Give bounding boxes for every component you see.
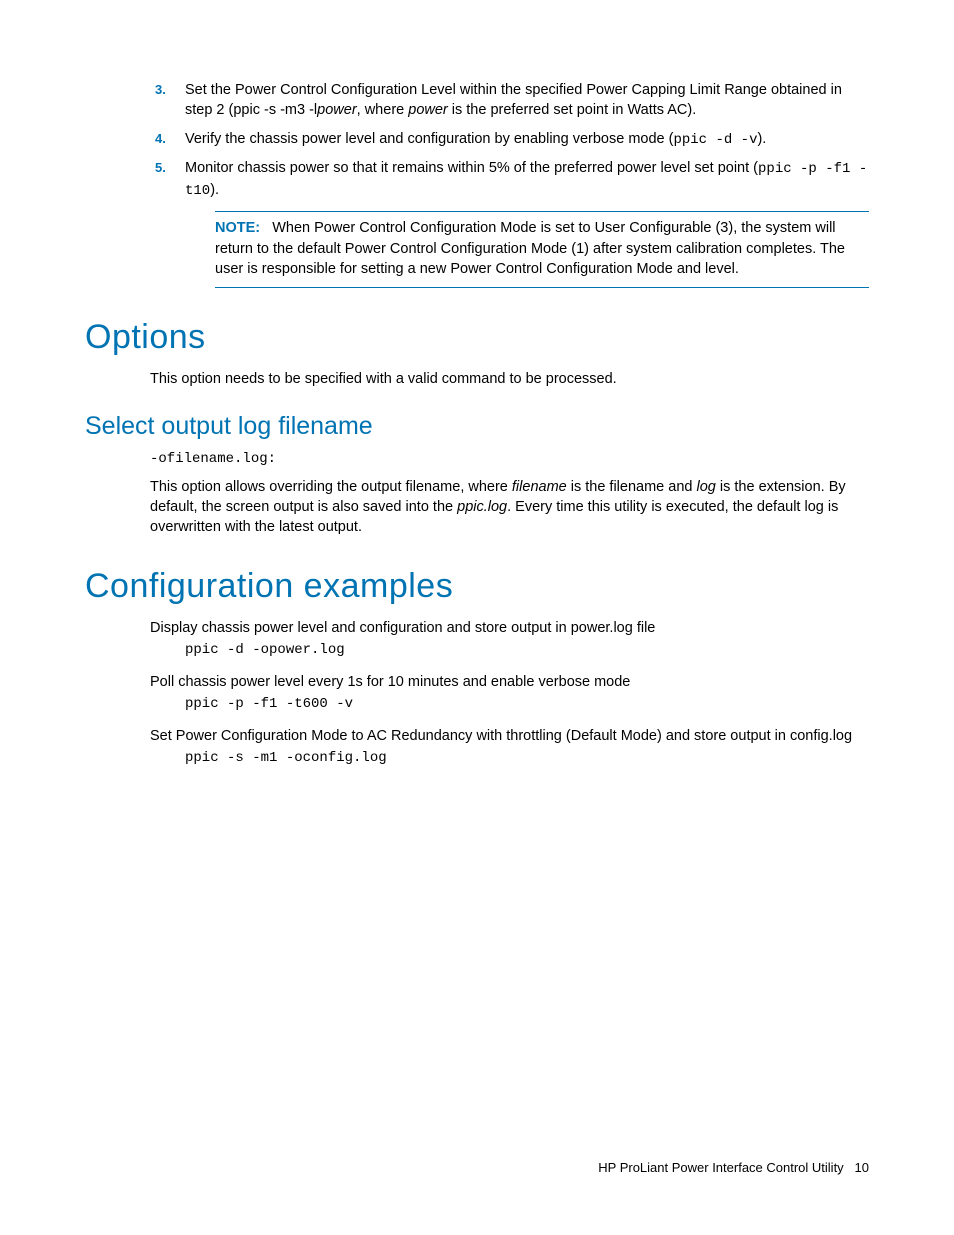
text: is the filename and: [567, 479, 697, 495]
example-code: ppic -s -m1 -oconfig.log: [185, 749, 869, 769]
list-number: 3.: [155, 80, 185, 99]
text: ).: [210, 182, 219, 198]
text: ).: [757, 131, 766, 147]
heading-configuration-examples: Configuration examples: [85, 567, 869, 606]
example-block: Set Power Configuration Mode to AC Redun…: [150, 726, 869, 768]
list-body: Monitor chassis power so that it remains…: [185, 158, 869, 201]
text: This option allows overriding the output…: [150, 479, 512, 495]
example-code: ppic -d -opower.log: [185, 641, 869, 661]
example-description: Display chassis power level and configur…: [150, 618, 869, 638]
list-item: 3. Set the Power Control Configuration L…: [155, 80, 869, 121]
note-text: When Power Control Configuration Mode is…: [215, 220, 845, 277]
italic-text: power: [317, 102, 357, 118]
italic-text: power: [408, 102, 448, 118]
note-label: NOTE:: [215, 220, 260, 236]
list-number: 5.: [155, 158, 185, 177]
example-block: Poll chassis power level every 1s for 10…: [150, 672, 869, 714]
footer-title: HP ProLiant Power Interface Control Util…: [598, 1160, 843, 1175]
example-code: ppic -p -f1 -t600 -v: [185, 695, 869, 715]
text: , where: [357, 102, 409, 118]
italic-text: filename: [512, 479, 567, 495]
italic-text: ppic.log: [457, 499, 507, 515]
document-page: 3. Set the Power Control Configuration L…: [0, 0, 954, 768]
page-footer: HP ProLiant Power Interface Control Util…: [598, 1160, 869, 1175]
paragraph: This option needs to be specified with a…: [150, 369, 869, 389]
heading-select-output-log: Select output log filename: [85, 412, 869, 441]
text: is the preferred set point in Watts AC).: [448, 102, 696, 118]
heading-options: Options: [85, 318, 869, 357]
code-text: ppic -d -v: [673, 132, 757, 148]
list-body: Set the Power Control Configuration Leve…: [185, 80, 869, 121]
code-line: -ofilename.log:: [150, 451, 869, 467]
list-number: 4.: [155, 129, 185, 148]
list-item: 5. Monitor chassis power so that it rema…: [155, 158, 869, 201]
example-description: Poll chassis power level every 1s for 10…: [150, 672, 869, 692]
note-box: NOTE: When Power Control Configuration M…: [215, 211, 869, 288]
example-description: Set Power Configuration Mode to AC Redun…: [150, 726, 869, 746]
list-item: 4. Verify the chassis power level and co…: [155, 129, 869, 151]
paragraph: This option allows overriding the output…: [150, 477, 869, 538]
example-block: Display chassis power level and configur…: [150, 618, 869, 660]
note-text: [264, 220, 272, 236]
italic-text: log: [697, 479, 716, 495]
page-number: 10: [855, 1160, 869, 1175]
text: Monitor chassis power so that it remains…: [185, 160, 758, 176]
ordered-list: 3. Set the Power Control Configuration L…: [155, 80, 869, 201]
text: Verify the chassis power level and confi…: [185, 131, 673, 147]
list-body: Verify the chassis power level and confi…: [185, 129, 869, 151]
